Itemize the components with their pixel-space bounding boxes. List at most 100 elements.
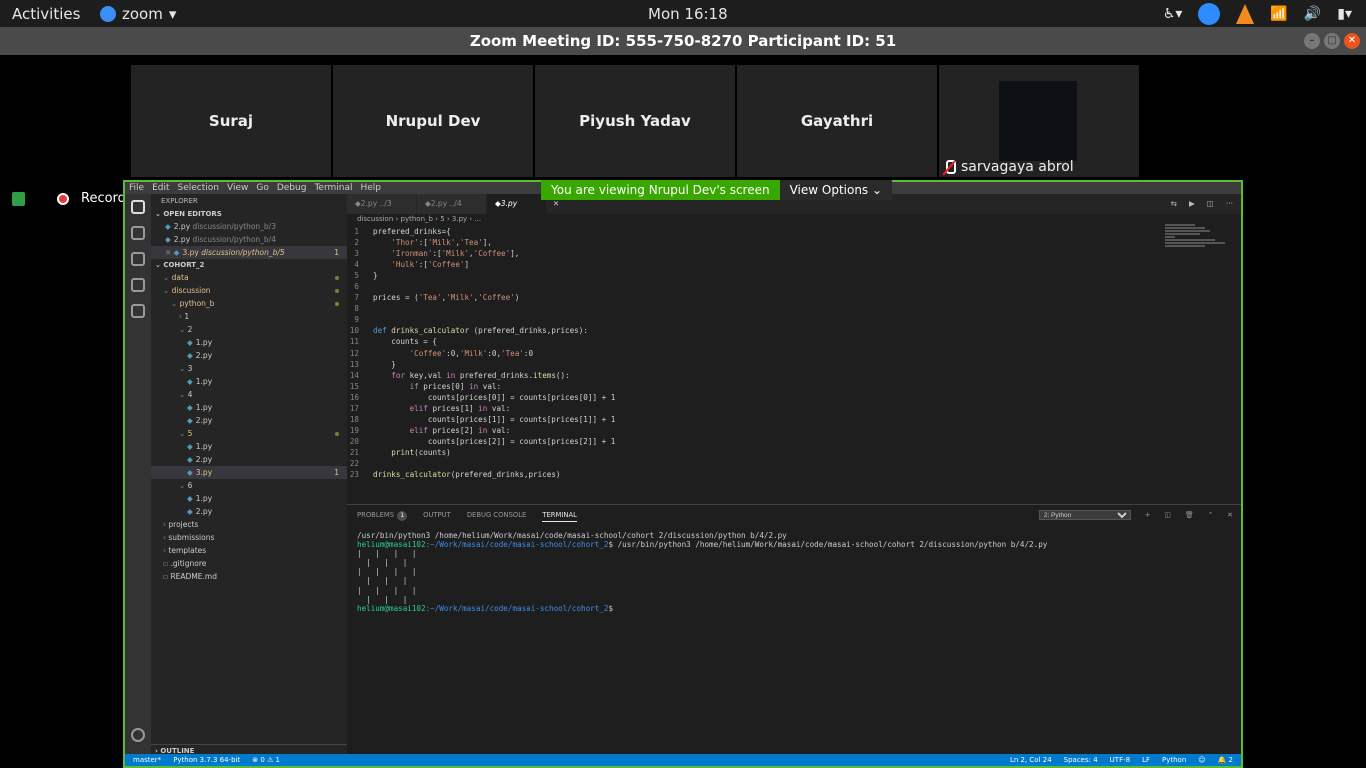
wifi-icon[interactable]: 📶 [1270, 6, 1287, 22]
status-item[interactable]: Ln 2, Col 24 [1010, 754, 1052, 766]
participant-video [999, 81, 1077, 161]
tree-item[interactable]: ⌄ 2 [151, 323, 347, 336]
python-file-icon: ◆ [173, 248, 180, 257]
close-button[interactable]: ✕ [1344, 33, 1360, 49]
tree-item[interactable]: ◆ 2.py [151, 505, 347, 518]
tree-item[interactable]: ◆ 2.py [151, 414, 347, 427]
terminal-text: | | | [357, 576, 408, 586]
code-line: 11 counts = { [347, 336, 615, 347]
status-item[interactable]: UTF-8 [1110, 754, 1130, 766]
status-item[interactable]: ☺ [1198, 754, 1205, 766]
panel-tab-debug-console[interactable]: DEBUG CONSOLE [467, 505, 527, 525]
editor-tab[interactable]: ◆2.py ../4 [417, 194, 487, 214]
volume-icon[interactable]: 🔊 [1304, 6, 1321, 22]
participant-tile[interactable]: Gayathri [737, 65, 937, 177]
extensions-icon[interactable] [131, 304, 145, 318]
tree-item[interactable]: ▫ .gitignore [151, 557, 347, 570]
tree-item[interactable]: ◆ 1.py [151, 375, 347, 388]
open-editor-item[interactable]: ◆ 2.py discussion/python_b/3 [151, 220, 347, 233]
files-icon[interactable] [131, 200, 145, 214]
vlc-icon[interactable] [1236, 4, 1255, 24]
close-icon[interactable]: ✕ [165, 248, 174, 257]
tree-item[interactable]: ◆ 1.py [151, 492, 347, 505]
editor-tab[interactable]: ◆2.py ../3 [347, 194, 417, 214]
tree-item[interactable]: ◆ 1.py [151, 336, 347, 349]
gear-icon[interactable] [131, 728, 145, 742]
menu-item-file[interactable]: File [129, 182, 144, 194]
tree-item[interactable]: ⌄ 3 [151, 362, 347, 375]
menu-item-help[interactable]: Help [360, 182, 381, 194]
panel-tab-terminal[interactable]: TERMINAL [542, 509, 577, 522]
record-icon[interactable] [57, 192, 69, 205]
editor-tab[interactable]: ◆3.py [487, 194, 547, 214]
tree-item[interactable]: ⌄ 4 [151, 388, 347, 401]
minimap[interactable] [1165, 224, 1235, 264]
tree-item[interactable]: › templates [151, 544, 347, 557]
debug-icon[interactable] [131, 278, 145, 292]
open-editor-item[interactable]: ✕ ◆ 3.py discussion/python_b/5 1 [151, 246, 347, 259]
accessibility-icon[interactable]: ♿▾ [1163, 6, 1183, 22]
status-item[interactable]: 🔔 2 [1218, 754, 1233, 766]
split-editor-icon[interactable]: ◫ [1207, 194, 1214, 214]
panel-tab-label: OUTPUT [423, 511, 451, 519]
menu-item-terminal[interactable]: Terminal [314, 182, 352, 194]
run-icon[interactable]: ▶ [1189, 194, 1195, 214]
status-item[interactable]: Spaces: 4 [1064, 754, 1098, 766]
menu-item-edit[interactable]: Edit [152, 182, 169, 194]
terminal[interactable]: /usr/bin/python3 /home/helium/Work/masai… [347, 525, 1241, 619]
tree-item[interactable]: › submissions [151, 531, 347, 544]
tree-item[interactable]: ⌄ python_b [151, 297, 347, 310]
maximize-button[interactable]: □ [1324, 33, 1340, 49]
battery-icon[interactable]: ▮▾ [1337, 6, 1352, 22]
project-header[interactable]: ⌄ COHORT_2 [151, 259, 347, 271]
panel-tab-output[interactable]: OUTPUT [423, 505, 451, 525]
participant-tile[interactable]: Suraj [131, 65, 331, 177]
participant-video-tile[interactable]: sarvagaya abrol [939, 65, 1139, 177]
tree-item[interactable]: ⌄ 5 [151, 427, 347, 440]
more-icon[interactable]: ··· [1226, 194, 1233, 214]
tree-item[interactable]: ⌄ data [151, 271, 347, 284]
status-item[interactable]: Python 3.7.3 64-bit [173, 754, 240, 766]
tree-item[interactable]: › 1 [151, 310, 347, 323]
tree-item[interactable]: ◆ 2.py [151, 349, 347, 362]
close-icon[interactable]: ✕ [1227, 505, 1233, 525]
app-menu[interactable]: zoom ▾ [100, 5, 176, 23]
source-control-icon[interactable] [131, 252, 145, 266]
tree-item[interactable]: ◆ 2.py [151, 453, 347, 466]
status-item[interactable]: ⊗ 0 ⚠ 1 [252, 754, 280, 766]
status-item[interactable]: Python [1162, 754, 1186, 766]
split-terminal-icon[interactable]: ◫ [1165, 505, 1171, 525]
status-item[interactable]: LF [1142, 754, 1150, 766]
compare-icon[interactable]: ⇆ [1171, 194, 1177, 214]
menu-item-selection[interactable]: Selection [178, 182, 219, 194]
participant-tile[interactable]: Nrupul Dev [333, 65, 533, 177]
tree-item[interactable]: ⌄ discussion [151, 284, 347, 297]
tree-item[interactable]: ◆ 1.py [151, 401, 347, 414]
menu-item-go[interactable]: Go [256, 182, 268, 194]
terminal-select[interactable]: 2: Python [1038, 510, 1131, 520]
menu-item-view[interactable]: View [227, 182, 248, 194]
view-options-button[interactable]: View Options ⌄ [779, 180, 893, 200]
tree-item[interactable]: ◆ 3.py 1 [151, 466, 347, 479]
participant-tile[interactable]: Piyush Yadav [535, 65, 735, 177]
lock-icon[interactable] [12, 191, 25, 206]
add-terminal-icon[interactable]: + [1145, 505, 1151, 525]
open-editors-header[interactable]: ⌄ OPEN EDITORS [151, 208, 347, 220]
chevron-up-icon[interactable]: ⌃ [1208, 505, 1214, 525]
tree-item[interactable]: ◆ 1.py [151, 440, 347, 453]
trash-icon[interactable]: 🗑 [1185, 505, 1194, 525]
menu-item-debug[interactable]: Debug [277, 182, 307, 194]
status-item[interactable]: master* [133, 754, 161, 766]
zoom-tray-icon[interactable] [1198, 3, 1221, 25]
minimize-button[interactable]: – [1304, 33, 1320, 49]
tree-item[interactable]: › projects [151, 518, 347, 531]
activities-button[interactable]: Activities [12, 5, 80, 23]
tree-item[interactable]: ⌄ 6 [151, 479, 347, 492]
clock[interactable]: Mon 16:18 [648, 5, 728, 23]
code-editor[interactable]: 1 prefered_drinks={2 'Thor':['Milk','Tea'… [347, 226, 615, 480]
search-icon[interactable] [131, 226, 145, 240]
open-editor-item[interactable]: ◆ 2.py discussion/python_b/4 [151, 233, 347, 246]
panel-tab-problems[interactable]: PROBLEMS 1 [357, 505, 408, 525]
tree-item[interactable]: ▫ README.md [151, 570, 347, 583]
breadcrumb[interactable]: discussion › python_b › 5 › 3.py › ... [347, 214, 1241, 224]
